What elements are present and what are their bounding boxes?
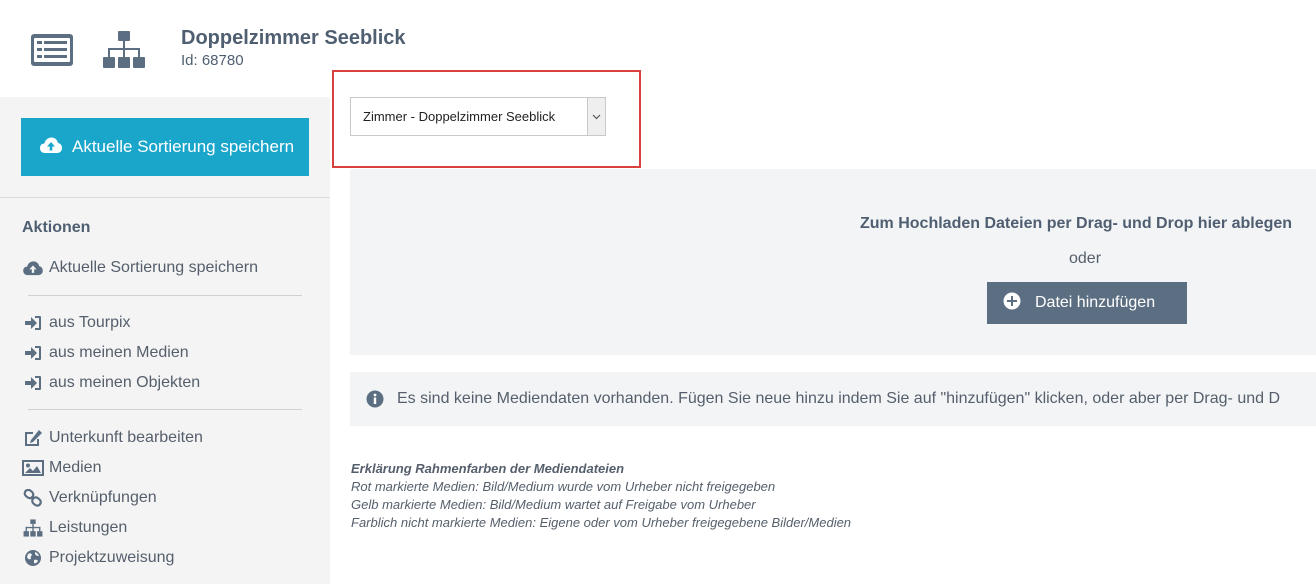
legend-line: Rot markierte Medien: Bild/Medium wurde …	[351, 479, 776, 494]
legend-line: Farblich nicht markierte Medien: Eigene …	[351, 515, 852, 530]
edit-icon	[22, 429, 44, 447]
nav-edit-accommodation-label: Unterkunft bearbeiten	[49, 429, 203, 446]
cloud-upload-icon	[22, 259, 44, 277]
nav-links-label: Verknüpfungen	[49, 489, 157, 506]
globe-icon	[22, 549, 44, 567]
image-icon	[22, 459, 44, 477]
nav-edit-accommodation[interactable]: Unterkunft bearbeiten	[22, 427, 203, 449]
actions-heading: Aktionen	[22, 219, 91, 236]
nav-services[interactable]: Leistungen	[22, 517, 127, 539]
import-from-tourpix-label: aus Tourpix	[49, 314, 131, 331]
sidebar-divider	[0, 197, 330, 198]
or-text: oder	[1069, 250, 1102, 267]
page-title: Doppelzimmer Seeblick	[181, 27, 406, 49]
record-id: Id: 68780	[181, 52, 244, 69]
action-save-sorting-label: Aktuelle Sortierung speichern	[49, 259, 259, 276]
sign-in-icon	[22, 374, 44, 392]
frame-color-legend: Erklärung Rahmenfarben der Mediendateien…	[351, 460, 851, 532]
cloud-upload-icon	[39, 136, 72, 159]
highlight-frame	[332, 70, 641, 168]
info-icon	[366, 390, 384, 408]
nav-links[interactable]: Verknüpfungen	[22, 487, 157, 509]
import-from-tourpix[interactable]: aus Tourpix	[22, 312, 131, 334]
sign-in-icon	[22, 344, 44, 362]
add-file-button-label: Datei hinzufügen	[1035, 294, 1156, 311]
list-view-icon[interactable]	[30, 33, 74, 67]
info-message: Es sind keine Mediendaten vorhanden. Füg…	[350, 372, 1316, 426]
save-sorting-button[interactable]: Aktuelle Sortierung speichern	[21, 118, 309, 176]
import-from-my-objects-label: aus meinen Objekten	[49, 374, 201, 391]
import-from-my-media[interactable]: aus meinen Medien	[22, 342, 189, 364]
hierarchy-icon[interactable]	[102, 30, 146, 70]
legend-line: Gelb markierte Medien: Bild/Medium warte…	[351, 497, 756, 512]
sitemap-icon	[22, 519, 44, 537]
import-from-my-media-label: aus meinen Medien	[49, 344, 189, 361]
sign-in-icon	[22, 314, 44, 332]
nav-services-label: Leistungen	[49, 519, 128, 536]
add-file-button[interactable]: Datei hinzufügen	[987, 282, 1187, 324]
dropzone-instruction: Zum Hochladen Dateien per Drag- und Drop…	[860, 215, 1293, 232]
nav-media[interactable]: Medien	[22, 457, 101, 479]
link-icon	[22, 489, 44, 507]
action-save-sorting[interactable]: Aktuelle Sortierung speichern	[22, 257, 258, 279]
plus-circle-icon	[1003, 292, 1035, 315]
nav-media-label: Medien	[49, 459, 102, 476]
nav-project-assignment[interactable]: Projektzuweisung	[22, 547, 174, 569]
legend-title: Erklärung Rahmenfarben der Mediendateien	[351, 461, 625, 476]
upload-dropzone[interactable]	[350, 169, 1316, 355]
sidebar-separator	[28, 295, 302, 296]
import-from-my-objects[interactable]: aus meinen Objekten	[22, 372, 200, 394]
sidebar-separator	[28, 409, 302, 410]
save-sorting-button-label: Aktuelle Sortierung speichern	[72, 137, 295, 156]
info-message-text: Es sind keine Mediendaten vorhanden. Füg…	[397, 390, 1281, 407]
nav-project-assignment-label: Projektzuweisung	[49, 549, 175, 566]
